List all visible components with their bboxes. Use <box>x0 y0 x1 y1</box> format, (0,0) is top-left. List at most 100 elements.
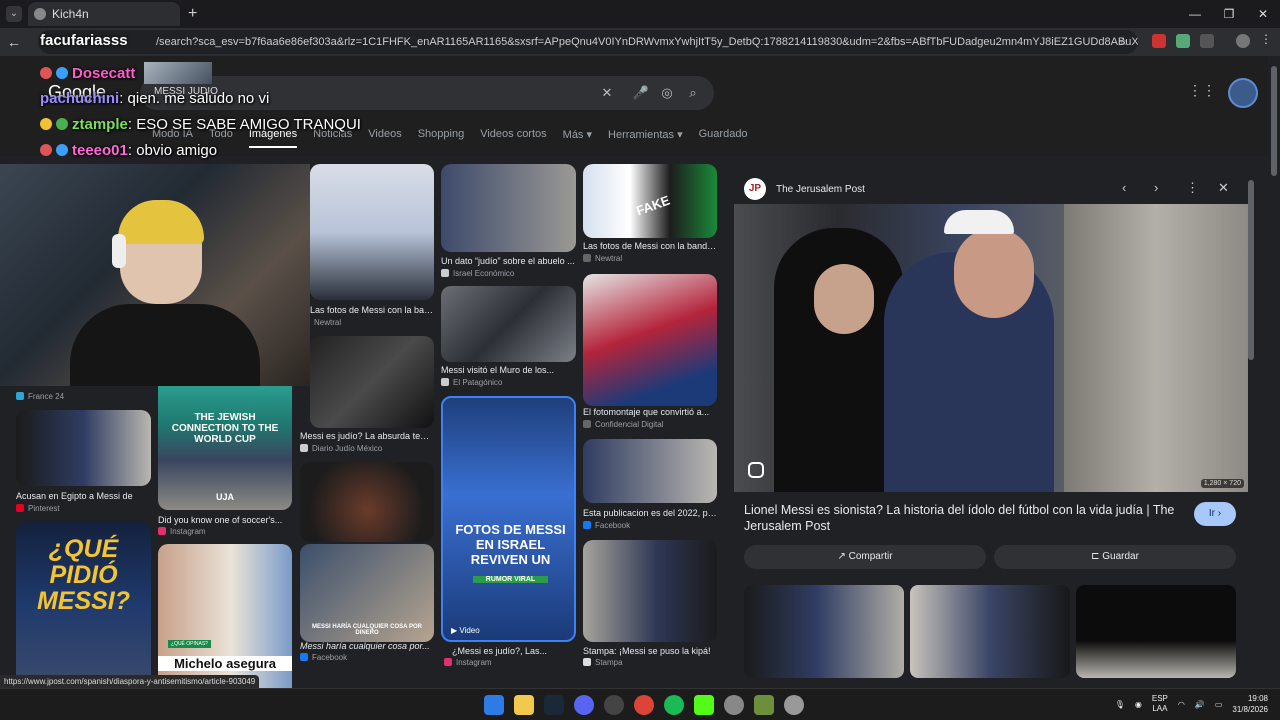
result-image[interactable] <box>300 462 434 542</box>
discord-icon[interactable] <box>574 695 594 715</box>
result-title[interactable]: Las fotos de Messi con la bander... <box>310 305 434 315</box>
result-image[interactable]: FAKE <box>583 164 717 238</box>
result-title[interactable]: Las fotos de Messi con la bander... <box>583 241 717 251</box>
result-title[interactable]: Messi es judío? La absurda teorí... <box>300 431 432 441</box>
volume-icon[interactable]: 🔊 <box>1195 700 1205 709</box>
app-icon[interactable] <box>784 695 804 715</box>
preview-title[interactable]: Lionel Messi es sionista? La historia de… <box>744 502 1184 534</box>
system-tray: 🎙 ◉ ESP LAA ◠ 🔊 ▭ 19:08 31/8/2026 <box>1115 693 1268 715</box>
extension-icon[interactable] <box>1152 34 1166 48</box>
microphone-icon[interactable]: 🎤 <box>632 84 650 102</box>
language-code: ESP <box>1151 694 1168 703</box>
tab-search-icon[interactable]: ⌄ <box>6 6 22 22</box>
camera-lens-icon[interactable]: ◎ <box>658 84 676 102</box>
share-button[interactable]: ↗ Compartir <box>744 545 986 569</box>
extensions-puzzle-icon[interactable] <box>1200 34 1214 48</box>
result-title[interactable]: ¿Messi es judío?, Las... <box>452 646 576 656</box>
result-title[interactable]: Esta publicacion es del 2022, per... <box>583 508 717 518</box>
result-image[interactable] <box>441 164 576 252</box>
result-title[interactable]: Did you know one of soccer's... <box>158 515 292 525</box>
result-image[interactable] <box>583 439 717 503</box>
tab-videos[interactable]: Videos <box>368 128 401 148</box>
kick-icon[interactable] <box>694 695 714 715</box>
account-avatar[interactable] <box>1228 78 1258 108</box>
result-image[interactable]: ¿QUÉ OPINAS? Michelo asegura <box>158 544 292 688</box>
result-title[interactable]: Un dato “judío” sobre el abuelo ... <box>441 256 576 266</box>
result-title[interactable]: Acusan en Egipto a Messi de <box>16 491 151 501</box>
result-source: Confidencial Digital <box>583 420 663 429</box>
next-arrow-icon[interactable]: › <box>1154 180 1158 195</box>
extension-icon[interactable] <box>1176 34 1190 48</box>
tab-guardado[interactable]: Guardado <box>699 128 748 148</box>
clock[interactable]: 19:08 31/8/2026 <box>1232 693 1268 715</box>
apps-grid-icon[interactable]: ⋮⋮ <box>1188 82 1216 99</box>
address-bar[interactable]: /search?sca_esv=b7f6aa6e86ef303a&rlz=1C1… <box>38 30 1138 54</box>
new-tab-button[interactable]: + <box>188 5 197 23</box>
clock-date: 31/8/2026 <box>1232 705 1268 714</box>
result-image[interactable] <box>583 274 717 406</box>
save-button[interactable]: ⊏ Guardar <box>994 545 1236 569</box>
streamer-name: facufariasss <box>40 32 128 49</box>
related-image[interactable] <box>744 585 904 678</box>
close-window-icon[interactable]: ✕ <box>1246 0 1280 28</box>
wifi-icon[interactable]: ◠ <box>1178 700 1185 709</box>
chat-line: ztample: ESO SE SABE AMIGO TRANQUI <box>40 116 361 133</box>
wall <box>1064 204 1248 492</box>
start-icon[interactable] <box>484 695 504 715</box>
panel-source[interactable]: JP The Jerusalem Post <box>744 178 865 200</box>
result-image[interactable]: THE JEWISH CONNECTION TO THE WORLD CUP U… <box>158 386 292 510</box>
clear-icon[interactable]: ✕ <box>598 84 616 102</box>
result-source: El Patagónico <box>441 378 502 387</box>
minimize-icon[interactable]: — <box>1178 0 1212 28</box>
result-image[interactable] <box>310 336 434 428</box>
result-title[interactable]: El fotomontaje que convirtió a... <box>583 407 717 417</box>
source-name[interactable]: The Jerusalem Post <box>776 184 865 195</box>
restore-icon[interactable]: ❐ <box>1212 0 1246 28</box>
result-title[interactable]: Messi haría cualquier cosa por... <box>300 641 434 651</box>
tab-herramientas[interactable]: Herramientas ▾ <box>608 128 683 148</box>
preview-image[interactable]: 1,280 × 720 <box>734 204 1248 492</box>
result-image[interactable]: MESSI HARÍA CUALQUIER COSA POR DINERO <box>300 544 434 642</box>
location-tray-icon[interactable]: ◉ <box>1135 700 1142 709</box>
bookmark-star-icon[interactable]: ☆ <box>1118 30 1128 54</box>
lens-icon[interactable] <box>748 462 764 478</box>
source-name: Instagram <box>456 658 492 667</box>
prev-arrow-icon[interactable]: ‹ <box>1122 180 1126 195</box>
result-video[interactable]: FOTOS DE MESSI EN ISRAEL REVIVEN UN RUMO… <box>441 396 576 642</box>
browser-tab[interactable]: Kich4n <box>28 2 180 26</box>
result-image[interactable]: ¿QUÉ PIDIÓ MESSI? <box>16 522 151 688</box>
app-icon[interactable] <box>724 695 744 715</box>
microphone-tray-icon[interactable]: 🎙 <box>1115 700 1125 709</box>
result-title[interactable]: Stampa: ¡Messi se puso la kipá! <box>583 646 717 656</box>
screen: ⌄ Kich4n + — ❐ ✕ ← /search?sca_esv=b7f6a… <box>0 0 1280 720</box>
tab-videos-cortos[interactable]: Videos cortos <box>480 128 546 148</box>
scrollbar-thumb[interactable] <box>1271 66 1277 176</box>
obs-icon[interactable] <box>604 695 624 715</box>
go-button[interactable]: Ir › <box>1194 502 1236 526</box>
close-panel-icon[interactable]: ✕ <box>1218 180 1229 196</box>
tab-shopping[interactable]: Shopping <box>418 128 465 148</box>
language-indicator[interactable]: ESP LAA <box>1152 694 1168 714</box>
profile-icon[interactable] <box>1236 34 1250 48</box>
more-options-icon[interactable]: ⋮ <box>1186 180 1199 196</box>
panel-scrollbar[interactable] <box>1248 180 1254 360</box>
source-name: France 24 <box>28 392 65 401</box>
result-image[interactable] <box>583 540 717 642</box>
result-image[interactable] <box>441 286 576 362</box>
result-image[interactable] <box>16 410 151 486</box>
back-icon[interactable]: ← <box>0 34 28 50</box>
menu-dots-icon[interactable]: ⋮ <box>1260 32 1274 46</box>
related-image[interactable] <box>910 585 1070 678</box>
steam-icon[interactable] <box>544 695 564 715</box>
page-scrollbar[interactable] <box>1268 56 1280 688</box>
result-title[interactable]: Messi visitó el Muro de los... <box>441 365 576 375</box>
result-image[interactable] <box>310 164 434 300</box>
search-icon[interactable]: ⌕ <box>684 84 702 102</box>
minecraft-icon[interactable] <box>754 695 774 715</box>
file-explorer-icon[interactable] <box>514 695 534 715</box>
chrome-icon[interactable] <box>634 695 654 715</box>
battery-icon[interactable]: ▭ <box>1215 700 1223 709</box>
tab-mas[interactable]: Más ▾ <box>563 128 592 148</box>
related-image[interactable] <box>1076 585 1236 678</box>
spotify-icon[interactable] <box>664 695 684 715</box>
